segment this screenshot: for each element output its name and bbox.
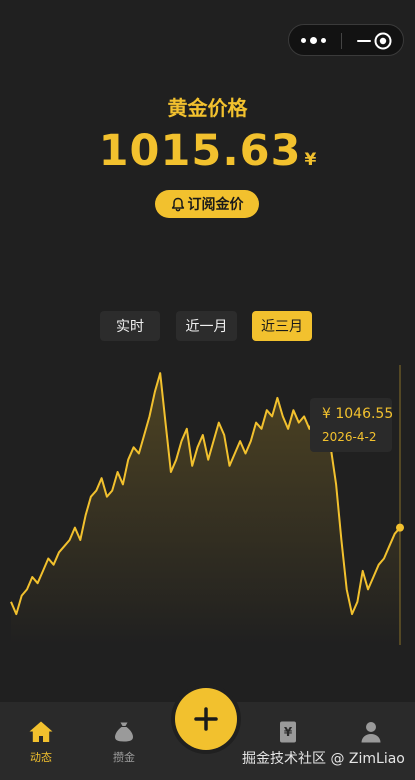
- tooltip-date: 2026-4-2: [322, 430, 377, 444]
- price-tooltip: ¥ 1046.55 2026-4-2: [310, 398, 394, 452]
- capsule-divider: [341, 33, 342, 49]
- tabbar-label-dynamics: 动态: [30, 751, 52, 764]
- tooltip-price: ¥ 1046.55: [322, 406, 394, 422]
- tabbar-label-save-gold: 攒金: [113, 751, 135, 764]
- subscribe-price-button[interactable]: 订阅金价: [155, 190, 259, 218]
- watermark-text: 掘金技术社区 @ ZimLiao: [242, 751, 405, 767]
- tabbar-item-dynamics[interactable]: 动态: [11, 720, 71, 772]
- bell-icon: [171, 197, 184, 211]
- selected-point[interactable]: [396, 523, 404, 532]
- miniprogram-capsule: [288, 24, 404, 56]
- yuan-receipt-icon: ¥: [280, 721, 296, 743]
- tab-realtime[interactable]: 实时: [100, 311, 160, 341]
- gold-price: 1015.63: [98, 126, 302, 176]
- range-tabs: 实时 近一月 近三月: [0, 311, 415, 341]
- minimize-icon[interactable]: [355, 32, 375, 50]
- close-target-icon[interactable]: [374, 32, 392, 50]
- currency-symbol: ¥: [304, 150, 317, 170]
- tab-three-months[interactable]: 近三月: [252, 311, 312, 341]
- add-button[interactable]: [175, 688, 237, 750]
- price-display: 1015.63 ¥: [0, 126, 415, 176]
- plus-icon: [194, 707, 218, 731]
- user-icon: [361, 722, 381, 743]
- more-icon[interactable]: [301, 35, 329, 47]
- page-title: 黄金价格: [167, 96, 248, 120]
- tab-one-month[interactable]: 近一月: [176, 311, 237, 341]
- money-bag-icon: [115, 722, 133, 742]
- tabbar-item-save-gold[interactable]: 攒金: [94, 720, 154, 772]
- subscribe-label: 订阅金价: [187, 197, 244, 213]
- home-icon: [29, 721, 53, 742]
- svg-text:¥: ¥: [284, 725, 293, 739]
